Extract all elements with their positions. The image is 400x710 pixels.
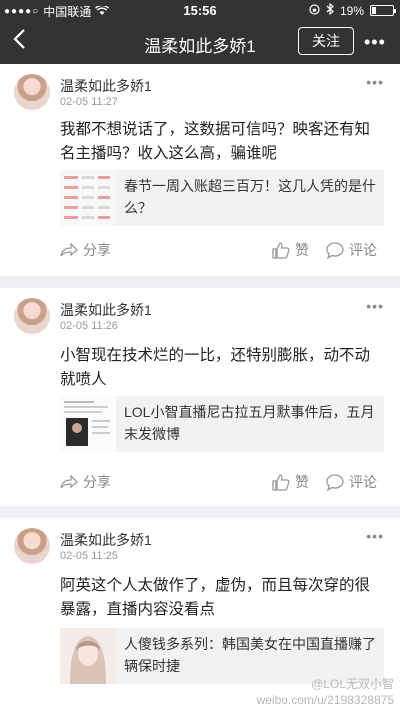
post-username[interactable]: 温柔如此多娇1 (60, 76, 152, 96)
post-username[interactable]: 温柔如此多娇1 (60, 530, 152, 550)
like-action[interactable]: 赞 (272, 240, 309, 260)
like-label: 赞 (295, 474, 309, 490)
post-time: 02-05 11:25 (60, 550, 118, 562)
share-icon (60, 243, 78, 257)
shared-title: LOL小智直播尼古拉五月默事件后，五月末发微博 (124, 404, 375, 442)
follow-button[interactable]: 关注 (298, 27, 354, 55)
like-action[interactable]: 赞 (272, 472, 309, 492)
post-text: 小智现在技术烂的一比，还特别膨胀，动不动就喷人 (60, 347, 371, 388)
battery-icon (370, 5, 396, 16)
like-label: 赞 (295, 242, 309, 258)
post-text: 我都不想说话了，这数据可信吗？映客还有知名主播吗？收入这么高，骗谁呢 (60, 121, 371, 162)
post-actions: 分享 赞 评论 (0, 464, 400, 500)
watermark-url: weibo.com/u/2198328875 (256, 693, 394, 707)
post-card: 温柔如此多娇1 02-05 11:27 ••• 我都不想说话了，这数据可信吗？映… (0, 64, 400, 276)
post-more-icon[interactable]: ••• (366, 298, 384, 314)
comment-icon (326, 241, 344, 259)
nav-bar: 温柔如此多娇1 关注 ••• (0, 20, 400, 64)
status-right: 19% (309, 2, 396, 18)
post-text: 阿英这个人太做作了，虚伪，而且每次穿的很暴露，直播内容没看点 (60, 577, 371, 618)
share-label: 分享 (83, 474, 111, 490)
share-action[interactable]: 分享 (60, 472, 111, 492)
more-options-icon[interactable]: ••• (364, 32, 386, 53)
share-label: 分享 (83, 242, 111, 258)
post-time: 02-05 11:26 (60, 320, 118, 332)
comment-action[interactable]: 评论 (326, 240, 377, 260)
comment-label: 评论 (349, 242, 377, 258)
shared-thumbnail (60, 170, 116, 226)
share-action[interactable]: 分享 (60, 240, 111, 260)
comment-action[interactable]: 评论 (326, 472, 377, 492)
shared-link[interactable]: LOL小智直播尼古拉五月默事件后，五月末发微博 (60, 396, 384, 452)
top-bar: ●●●●○ 中国联通 15:56 19% 温柔如此多娇1 关注 ••• (0, 0, 400, 64)
watermark: @LOL无双小智 weibo.com/u/2198328875 (257, 676, 394, 708)
thumbs-up-icon (272, 241, 290, 259)
share-icon (60, 475, 78, 489)
battery-percent: 19% (339, 3, 364, 18)
avatar[interactable] (14, 298, 50, 334)
comment-icon (326, 473, 344, 491)
post-card: 温柔如此多娇1 02-05 11:26 ••• 小智现在技术烂的一比，还特别膨胀… (0, 288, 400, 506)
avatar[interactable] (14, 74, 50, 110)
shared-thumbnail (60, 396, 116, 452)
comment-label: 评论 (349, 474, 377, 490)
orientation-lock-icon (309, 3, 320, 18)
post-username[interactable]: 温柔如此多娇1 (60, 300, 152, 320)
post-time: 02-05 11:27 (60, 96, 118, 108)
shared-thumbnail (60, 628, 116, 684)
shared-title: 人傻钱多系列：韩国美女在中国直播赚了辆保时捷 (124, 636, 376, 674)
post-actions: 分享 赞 评论 (0, 232, 400, 268)
shared-link[interactable]: 春节一周入账超三百万！这几人凭的是什么？ (60, 170, 384, 226)
bluetooth-icon (326, 2, 334, 18)
status-bar: ●●●●○ 中国联通 15:56 19% (0, 0, 400, 20)
watermark-handle: @LOL无双小智 (311, 677, 394, 691)
post-more-icon[interactable]: ••• (366, 528, 384, 544)
avatar[interactable] (14, 528, 50, 564)
shared-title: 春节一周入账超三百万！这几人凭的是什么？ (124, 178, 376, 216)
post-more-icon[interactable]: ••• (366, 74, 384, 90)
thumbs-up-icon (272, 473, 290, 491)
